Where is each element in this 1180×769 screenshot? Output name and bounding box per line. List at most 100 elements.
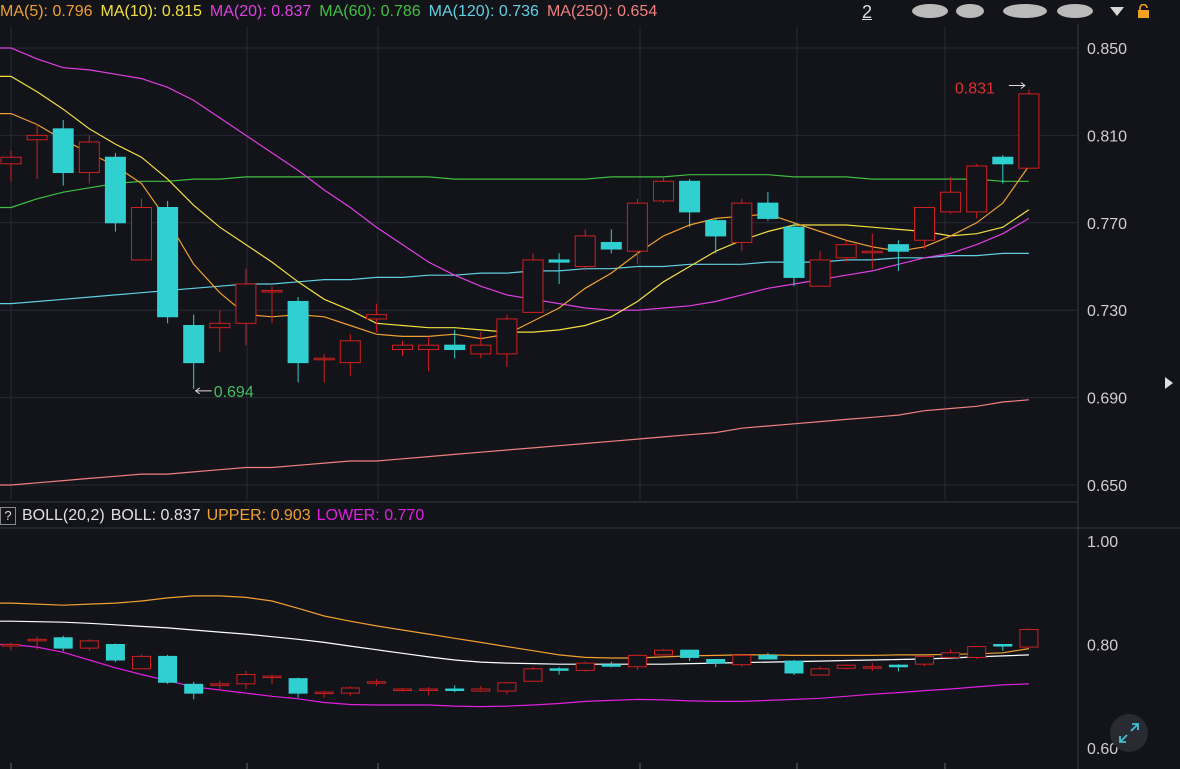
price-candle bbox=[1018, 93, 1040, 169]
ma10-line bbox=[0, 75, 1030, 333]
price-candle bbox=[444, 344, 466, 351]
boll-mid-line bbox=[0, 620, 1029, 665]
price-candle bbox=[339, 340, 361, 364]
boll-mid-label: BOLL: 0.837 bbox=[110, 507, 201, 524]
boll-name: BOLL(20,2) bbox=[22, 507, 105, 524]
price-candle bbox=[418, 344, 440, 351]
y-tick-label: 0.690 bbox=[1087, 391, 1127, 408]
expand-right-icon[interactable] bbox=[1165, 377, 1173, 389]
help-icon[interactable]: ? bbox=[0, 506, 16, 525]
price-candle bbox=[835, 244, 857, 259]
chart-controls[interactable] bbox=[910, 2, 1130, 20]
boll-candle bbox=[288, 678, 308, 694]
boll-candle bbox=[79, 640, 99, 649]
boll-candle bbox=[210, 683, 230, 686]
boll-candle bbox=[53, 637, 73, 649]
boll-candle bbox=[575, 662, 595, 671]
y-tick-label: 0.770 bbox=[1087, 216, 1127, 233]
high-annotation: 0.831 bbox=[955, 81, 995, 98]
boll-candle bbox=[158, 655, 178, 683]
boll-candle bbox=[105, 644, 125, 661]
price-candle bbox=[78, 141, 100, 174]
lock-icon[interactable] bbox=[1137, 4, 1150, 18]
price-candle bbox=[209, 322, 231, 329]
ma5-label: MA(5): 0.796 bbox=[0, 3, 93, 20]
boll-candle bbox=[732, 654, 752, 666]
boll-candle bbox=[967, 646, 987, 658]
price-candle bbox=[653, 180, 674, 202]
boll-candle bbox=[888, 664, 908, 668]
price-candle bbox=[783, 226, 805, 278]
price-candle bbox=[757, 202, 779, 219]
y-tick-label: 0.850 bbox=[1087, 41, 1127, 58]
boll-candle bbox=[654, 649, 673, 656]
ma5-line bbox=[0, 112, 1030, 340]
boll-candle bbox=[184, 683, 204, 694]
price-candle bbox=[705, 220, 727, 237]
price-candle bbox=[679, 180, 701, 213]
price-candle bbox=[914, 207, 935, 241]
price-candle bbox=[287, 300, 309, 364]
y-tick-label: 0.730 bbox=[1087, 303, 1127, 320]
expand-arrows-icon bbox=[1119, 723, 1139, 743]
price-candle bbox=[600, 241, 622, 250]
price-candle bbox=[183, 324, 205, 364]
boll-candle bbox=[601, 664, 621, 667]
price-candle bbox=[0, 156, 22, 165]
fullscreen-button[interactable] bbox=[1110, 714, 1148, 752]
control-blob-icon bbox=[956, 4, 984, 18]
y-tick-label: 0.650 bbox=[1087, 478, 1127, 495]
boll-candle bbox=[132, 655, 151, 670]
price-candle bbox=[887, 244, 909, 252]
boll-candle bbox=[810, 668, 830, 676]
boll-candle bbox=[445, 688, 465, 692]
ma60-label: MA(60): 0.786 bbox=[319, 3, 421, 20]
boll-candle bbox=[784, 660, 804, 674]
price-candle bbox=[731, 202, 753, 243]
page-number[interactable]: 2 bbox=[862, 0, 872, 24]
price-candle bbox=[131, 207, 152, 261]
price-candle bbox=[861, 250, 883, 254]
boll-candle bbox=[758, 654, 778, 660]
boll-candle bbox=[836, 664, 856, 669]
price-candle bbox=[626, 202, 648, 252]
price-candle bbox=[365, 314, 387, 320]
price-candle bbox=[52, 128, 74, 174]
chevron-down-icon bbox=[1110, 7, 1124, 16]
boll-candle bbox=[497, 682, 517, 692]
boll-candle bbox=[627, 654, 647, 668]
ma120-label: MA(120): 0.736 bbox=[428, 3, 539, 20]
control-blob-icon bbox=[1003, 4, 1047, 18]
boll-candle bbox=[993, 644, 1013, 647]
price-candle bbox=[470, 344, 492, 355]
boll-candle bbox=[523, 668, 543, 682]
boll-candle bbox=[393, 688, 412, 692]
y-tick-label: 0.80 bbox=[1087, 638, 1118, 655]
price-candle bbox=[313, 357, 335, 361]
boll-candle bbox=[340, 687, 360, 694]
boll-candle bbox=[706, 659, 726, 664]
price-candle bbox=[104, 156, 126, 224]
ma10-label: MA(10): 0.815 bbox=[100, 3, 202, 20]
low-annotation: 0.694 bbox=[214, 384, 254, 401]
ma250-line bbox=[0, 399, 1029, 486]
price-candle bbox=[26, 134, 48, 141]
boll-candle bbox=[862, 666, 882, 669]
price-candle bbox=[992, 156, 1014, 165]
control-blob-icon bbox=[1057, 4, 1093, 18]
boll-indicator-bar: ? BOLL(20,2) BOLL: 0.837 UPPER: 0.903 LOWER:… bbox=[0, 504, 700, 528]
price-candle bbox=[574, 235, 596, 268]
boll-candle bbox=[419, 688, 439, 692]
boll-upper-label: UPPER: 0.903 bbox=[206, 507, 311, 524]
price-candle bbox=[157, 207, 179, 318]
y-tick-label: 0.810 bbox=[1087, 128, 1127, 145]
boll-candle bbox=[27, 638, 47, 642]
price-candle bbox=[261, 290, 283, 293]
boll-candle bbox=[549, 668, 569, 671]
boll-lower-label: LOWER: 0.770 bbox=[316, 507, 425, 524]
price-candle bbox=[809, 259, 831, 287]
boll-candle bbox=[680, 649, 700, 658]
price-candle bbox=[940, 191, 962, 213]
boll-candle bbox=[262, 675, 282, 679]
boll-candle bbox=[236, 674, 256, 685]
